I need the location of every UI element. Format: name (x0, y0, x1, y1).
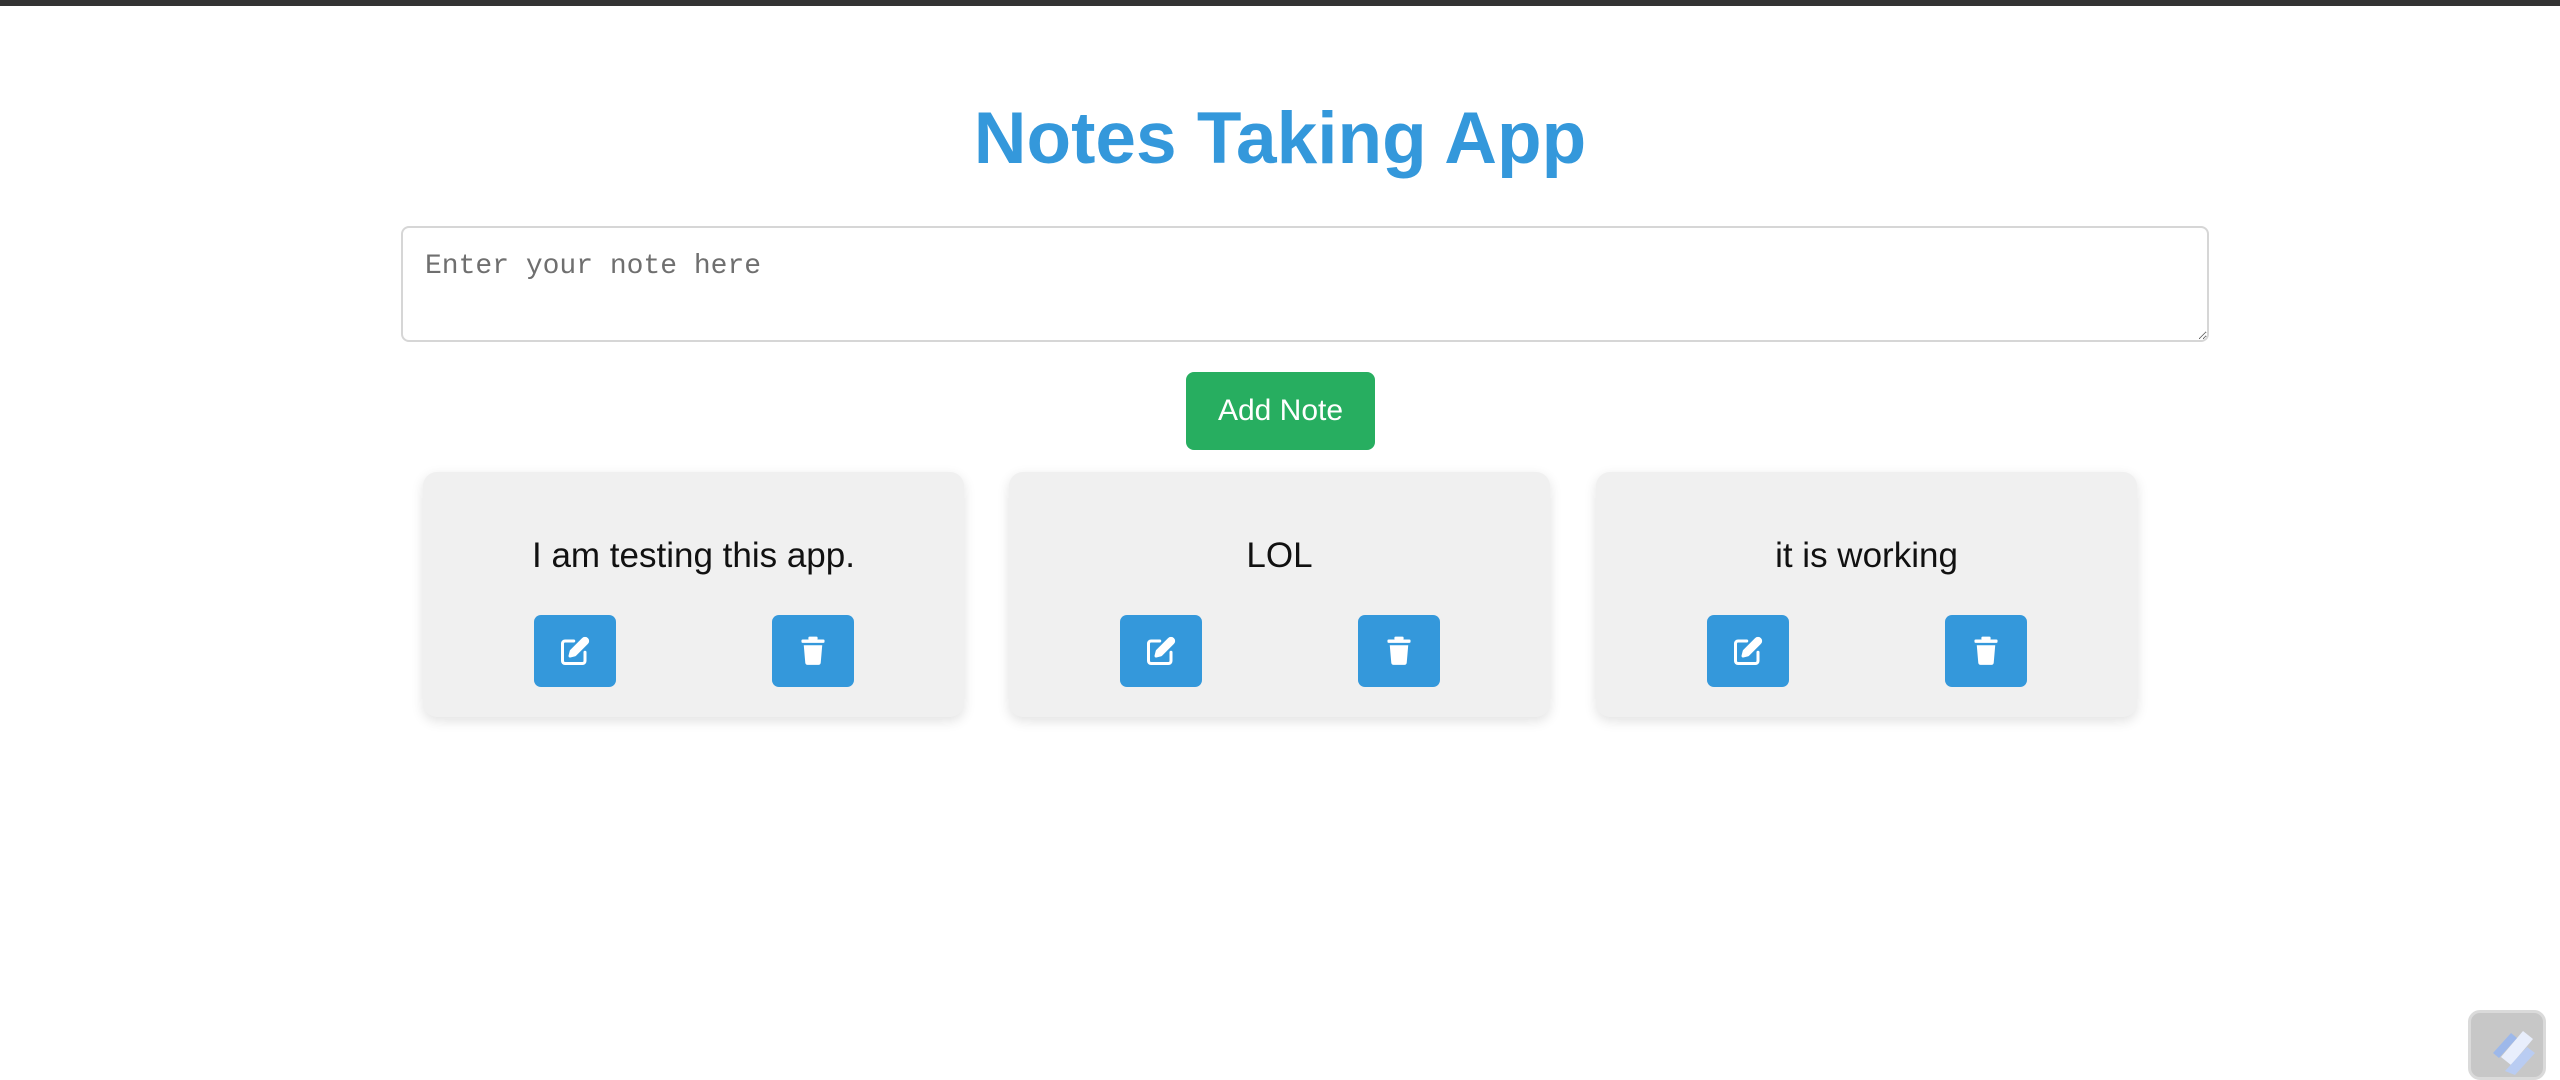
trash-icon (1974, 636, 1998, 665)
delete-note-button[interactable] (1358, 615, 1440, 687)
note-input[interactable] (401, 226, 2209, 342)
extension-icon (2493, 1031, 2535, 1075)
note-card: it is working (1596, 472, 2137, 717)
edit-icon (1147, 636, 1176, 665)
delete-note-button[interactable] (772, 615, 854, 687)
note-text: it is working (1775, 536, 1958, 575)
note-text: I am testing this app. (532, 536, 855, 575)
add-note-button[interactable]: Add Note (1186, 372, 1375, 450)
note-text: LOL (1246, 536, 1313, 575)
edit-icon (1734, 636, 1763, 665)
edit-icon (561, 636, 590, 665)
delete-note-button[interactable] (1945, 615, 2027, 687)
trash-icon (801, 636, 825, 665)
edit-note-button[interactable] (1120, 615, 1202, 687)
note-card: I am testing this app. (423, 472, 964, 717)
edit-note-button[interactable] (534, 615, 616, 687)
note-card: LOL (1009, 472, 1550, 717)
edit-note-button[interactable] (1707, 615, 1789, 687)
window-top-border (0, 0, 2560, 6)
extension-widget-button[interactable] (2468, 1010, 2546, 1080)
page-title: Notes Taking App (973, 98, 1587, 179)
trash-icon (1387, 636, 1411, 665)
